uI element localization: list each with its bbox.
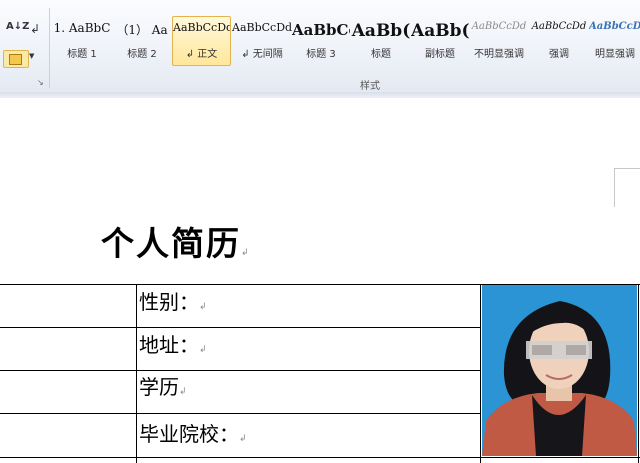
shading-button[interactable]: [3, 50, 29, 68]
style-heading-2[interactable]: （1） Aa 标题 2: [111, 16, 173, 66]
paragraph-mark: ↲: [199, 345, 207, 355]
style-preview: AaBbCcDd: [232, 21, 292, 34]
style-preview: AaBbCc: [292, 21, 350, 39]
style-subtitle[interactable]: AaBb( 副标题: [410, 16, 470, 66]
style-preview: AaBb(: [351, 21, 411, 41]
style-preview: AaBbCcDd: [471, 21, 527, 32]
style-name: 标题 3: [306, 49, 336, 60]
style-title[interactable]: AaBb( 标题: [350, 16, 412, 66]
table-border: [0, 327, 480, 328]
table-border: [0, 413, 480, 414]
style-name: 强调: [549, 49, 569, 60]
style-name: 明显强调: [595, 49, 635, 60]
styles-gallery: 1. AaBbC 标题 1 （1） Aa 标题 2 AaBbCcDd ↲ 正文 …: [51, 16, 640, 66]
table-border: [0, 370, 480, 371]
style-heading-1[interactable]: 1. AaBbC 标题 1: [51, 16, 113, 66]
paragraph-mark: ↲: [179, 387, 187, 397]
style-name: ↲ 无间隔: [241, 49, 283, 60]
style-normal[interactable]: AaBbCcDd ↲ 正文: [172, 16, 231, 66]
style-preview: 1. AaBbC: [53, 21, 111, 35]
table-border: [638, 284, 639, 463]
gender-label-cell[interactable]: 性别：↲: [139, 287, 207, 317]
styles-group-label: 样式: [360, 81, 380, 92]
style-name: 标题 2: [127, 49, 157, 60]
education-label: 学历: [139, 375, 179, 399]
style-name: 副标题: [425, 49, 455, 60]
portrait-image: [482, 285, 637, 456]
education-label-cell[interactable]: 学历↲: [139, 372, 187, 402]
style-preview: AaBb(: [411, 21, 469, 41]
dialog-launcher-icon[interactable]: ↘: [37, 78, 46, 87]
style-name: 标题 1: [67, 49, 97, 60]
style-subtle-emphasis[interactable]: AaBbCcDd 不明显强调: [468, 16, 530, 66]
ribbon: A↓Z ↲ ▼ ↘ 1. AaBbC 标题 1 （1） Aa 标题 2 AaBb…: [0, 0, 640, 93]
style-name: 不明显强调: [474, 49, 524, 60]
address-label-cell[interactable]: 地址：↲: [139, 330, 207, 360]
style-intense-emphasis[interactable]: AaBbCcDd 明显强调: [588, 16, 640, 66]
style-name: 标题: [371, 49, 391, 60]
style-heading-3[interactable]: AaBbCc 标题 3: [291, 16, 351, 66]
style-preview: （1） Aa: [116, 23, 168, 37]
table-border: [0, 457, 640, 458]
table-border: [136, 284, 137, 463]
group-separator: [49, 8, 50, 88]
style-emphasis[interactable]: AaBbCcDd 强调: [528, 16, 590, 66]
paragraph-mark-icon[interactable]: ↲: [30, 22, 42, 40]
style-preview: AaBbCcDd: [531, 21, 587, 32]
shading-icon: [9, 54, 22, 65]
document-title-text: 个人简历: [101, 224, 241, 263]
paragraph-mark: ↲: [199, 302, 207, 312]
style-preview: AaBbCcDd: [173, 21, 230, 34]
school-label-cell[interactable]: 毕业院校：↲: [139, 419, 247, 449]
id-photo[interactable]: [482, 285, 637, 456]
sort-icon[interactable]: A↓Z: [6, 22, 29, 40]
school-label: 毕业院校：: [139, 422, 239, 446]
document-title[interactable]: 个人简历↲: [101, 217, 251, 263]
style-preview: AaBbCcDd: [589, 21, 640, 32]
style-name: ↲ 正文: [185, 49, 218, 60]
gender-label: 性别：: [139, 290, 199, 314]
paragraph-mark: ↲: [239, 434, 247, 444]
table-border: [480, 284, 481, 463]
address-label: 地址：: [139, 333, 199, 357]
style-no-spacing[interactable]: AaBbCcDd ↲ 无间隔: [231, 16, 293, 66]
shading-dropdown-icon[interactable]: ▼: [29, 52, 37, 64]
paragraph-group: A↓Z ↲ ▼ ↘: [0, 0, 50, 92]
margin-corner-mark: [614, 168, 640, 207]
paragraph-mark: ↲: [241, 248, 251, 258]
